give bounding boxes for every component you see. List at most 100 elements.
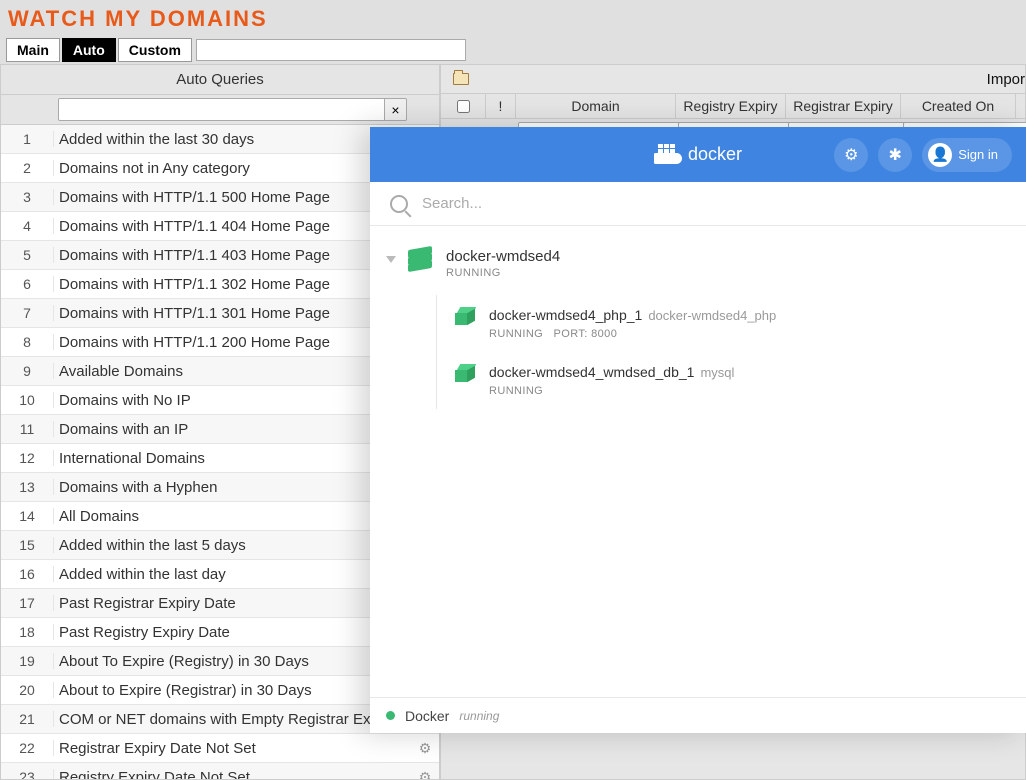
stack-status: RUNNING <box>446 267 560 279</box>
query-filter-clear-button[interactable]: × <box>385 98 407 121</box>
query-text: Domains with a Hyphen <box>54 479 411 496</box>
top-tab-bar: Main Auto Custom <box>0 36 1026 64</box>
row-number: 15 <box>1 537 54 553</box>
auto-queries-header: Auto Queries <box>1 65 439 95</box>
container-row[interactable]: docker-wmdsed4_php_1docker-wmdsed4_phpRU… <box>455 295 1014 352</box>
row-number: 6 <box>1 276 54 292</box>
docker-container-list: docker-wmdsed4 RUNNING docker-wmdsed4_ph… <box>370 226 1026 697</box>
row-number: 20 <box>1 682 54 698</box>
row-number: 12 <box>1 450 54 466</box>
query-text: Added within the last 30 days <box>54 131 411 148</box>
container-image: docker-wmdsed4_php <box>648 308 776 323</box>
row-number: 22 <box>1 740 54 756</box>
query-text: Added within the last day <box>54 566 411 583</box>
folder-icon[interactable] <box>453 73 469 85</box>
container-icon <box>455 364 477 384</box>
select-all-checkbox[interactable] <box>457 100 470 113</box>
docker-window: docker ⚙ ✱ 👤 Sign in docker-wmdsed4 RUNN… <box>370 127 1026 733</box>
col-flag[interactable]: ! <box>486 94 516 118</box>
row-number: 7 <box>1 305 54 321</box>
col-registry-expiry[interactable]: Registry Expiry × <box>676 94 786 118</box>
query-text: Added within the last 5 days <box>54 537 411 554</box>
query-text: Domains with HTTP/1.1 404 Home Page <box>54 218 411 235</box>
tab-auto[interactable]: Auto <box>62 38 116 62</box>
docker-search-input[interactable] <box>422 195 1006 212</box>
col-registrar-expiry[interactable]: Registrar Expiry × <box>786 94 901 118</box>
query-text: About To Expire (Registry) in 30 Days <box>54 653 411 670</box>
import-label[interactable]: Impor <box>987 71 1025 88</box>
query-text: All Domains <box>54 508 411 525</box>
stack-icon <box>408 248 434 274</box>
row-number: 18 <box>1 624 54 640</box>
query-text: Registry Expiry Date Not Set <box>54 769 411 780</box>
query-text: COM or NET domains with Empty Registrar … <box>54 711 411 728</box>
expand-caret-icon[interactable] <box>386 256 396 263</box>
container-name: docker-wmdsed4_wmdsed_db_1 <box>489 364 694 380</box>
query-text: International Domains <box>54 450 411 467</box>
query-text: Domains with HTTP/1.1 403 Home Page <box>54 247 411 264</box>
row-number: 1 <box>1 131 54 147</box>
query-text: Domains not in Any category <box>54 160 411 177</box>
query-text: About to Expire (Registrar) in 30 Days <box>54 682 411 699</box>
query-text: Domains with No IP <box>54 392 411 409</box>
troubleshoot-button[interactable]: ✱ <box>878 138 912 172</box>
query-text: Past Registry Expiry Date <box>54 624 411 641</box>
top-search-input[interactable] <box>196 39 466 61</box>
query-text: Past Registrar Expiry Date <box>54 595 411 612</box>
container-row[interactable]: docker-wmdsed4_wmdsed_db_1 mysql RUNNING <box>455 352 1014 409</box>
row-number: 9 <box>1 363 54 379</box>
query-text: Registrar Expiry Date Not Set <box>54 740 411 757</box>
app-title: WATCH MY DOMAINS <box>0 0 1026 36</box>
query-text: Domains with an IP <box>54 421 411 438</box>
gear-icon: ⚙ <box>844 145 858 165</box>
whale-icon <box>654 146 682 164</box>
row-number: 23 <box>1 769 54 779</box>
docker-footer: Docker running <box>370 697 1026 733</box>
footer-status: running <box>459 709 499 723</box>
tab-main[interactable]: Main <box>6 38 60 62</box>
gear-icon[interactable]: ⚙ <box>411 769 439 780</box>
row-number: 14 <box>1 508 54 524</box>
gear-icon[interactable]: ⚙ <box>411 740 439 757</box>
query-filter-input[interactable] <box>58 98 385 121</box>
container-image: mysql <box>700 365 734 380</box>
stack-name: docker-wmdsed4 <box>446 248 560 265</box>
container-meta: RUNNING <box>489 385 734 397</box>
row-number: 13 <box>1 479 54 495</box>
docker-search-bar <box>370 182 1026 226</box>
row-number: 2 <box>1 160 54 176</box>
docker-logo: docker <box>654 144 742 165</box>
col-registrar-expiry-label: Registrar Expiry <box>793 98 893 114</box>
query-text: Domains with HTTP/1.1 301 Home Page <box>54 305 411 322</box>
row-number: 19 <box>1 653 54 669</box>
row-number: 21 <box>1 711 54 727</box>
query-row[interactable]: 22Registrar Expiry Date Not Set⚙ <box>1 734 439 763</box>
tab-custom[interactable]: Custom <box>118 38 192 62</box>
col-domain[interactable]: Domain × <box>516 94 676 118</box>
col-checkbox <box>441 94 486 118</box>
sign-in-label: Sign in <box>958 147 998 162</box>
sign-in-button[interactable]: 👤 Sign in <box>922 138 1012 172</box>
docker-titlebar: docker ⚙ ✱ 👤 Sign in <box>370 127 1026 182</box>
query-text: Domains with HTTP/1.1 500 Home Page <box>54 189 411 206</box>
status-dot-icon <box>386 711 395 720</box>
query-text: Domains with HTTP/1.1 302 Home Page <box>54 276 411 293</box>
settings-button[interactable]: ⚙ <box>834 138 868 172</box>
stack-row[interactable]: docker-wmdsed4 RUNNING <box>382 242 1014 285</box>
col-domain-label: Domain <box>571 98 619 114</box>
container-name: docker-wmdsed4_php_1 <box>489 307 642 323</box>
row-number: 5 <box>1 247 54 263</box>
col-registry-expiry-label: Registry Expiry <box>683 98 777 114</box>
bug-icon: ✱ <box>889 145 902 165</box>
col-created-on[interactable]: Created On <box>901 94 1016 118</box>
col-created-label: Created On <box>922 98 994 114</box>
query-row[interactable]: 23Registry Expiry Date Not Set⚙ <box>1 763 439 779</box>
row-number: 10 <box>1 392 54 408</box>
row-number: 17 <box>1 595 54 611</box>
row-number: 11 <box>1 421 54 437</box>
query-text: Domains with HTTP/1.1 200 Home Page <box>54 334 411 351</box>
container-icon <box>455 307 477 327</box>
row-number: 8 <box>1 334 54 350</box>
docker-brand-text: docker <box>688 144 742 165</box>
row-number: 16 <box>1 566 54 582</box>
